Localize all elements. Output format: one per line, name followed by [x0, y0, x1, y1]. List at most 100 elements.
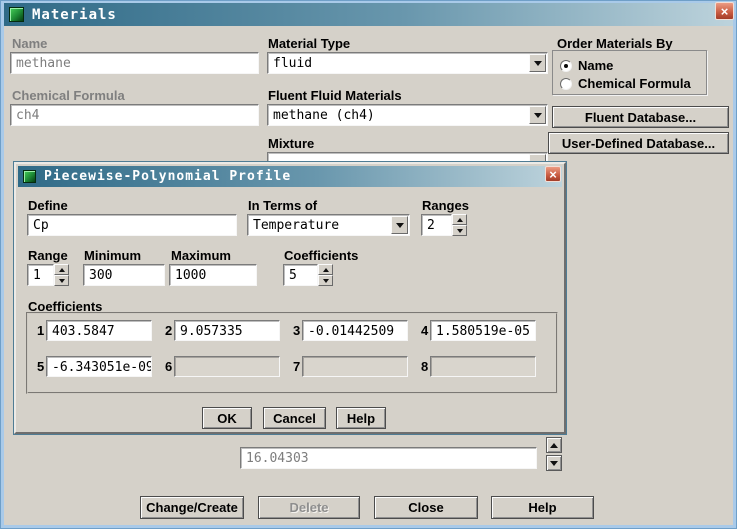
dialog-help-button[interactable]: Help [336, 407, 386, 429]
coefficient-2-value: 9.057335 [175, 321, 279, 339]
coefficients-stepper [318, 264, 333, 286]
change-create-button[interactable]: Change/Create [140, 496, 244, 519]
name-input[interactable]: methane [10, 52, 259, 74]
piecewise-polynomial-profile-dialog: Piecewise-Polynomial Profile Define Cp I… [14, 162, 566, 434]
mixture-label: Mixture [268, 136, 314, 151]
coefficient-7-input [302, 356, 408, 377]
mixture-value [268, 153, 547, 156]
range-decrement-icon[interactable] [54, 275, 69, 286]
fluent-app-icon [9, 7, 24, 22]
define-label: Define [28, 198, 68, 213]
coefficient-5-value: -6.343051e-09 [47, 357, 151, 375]
range-stepper [54, 264, 69, 286]
materials-titlebar[interactable]: Materials [4, 3, 733, 26]
coefficient-8-index: 8 [421, 359, 428, 374]
fluent-fluid-materials-value: methane (ch4) [268, 105, 547, 123]
material-type-label: Material Type [268, 36, 350, 51]
ranges-label: Ranges [422, 198, 469, 213]
radio-circle-icon[interactable] [560, 78, 572, 90]
coefficient-8-input [430, 356, 536, 377]
properties-scroll-down-icon[interactable] [546, 455, 562, 471]
chemical-formula-label: Chemical Formula [12, 88, 125, 103]
coefficient-4-index: 4 [421, 323, 428, 338]
help-button-label: Help [528, 500, 556, 515]
dialog-help-button-label: Help [347, 411, 375, 426]
chemical-formula-value: ch4 [11, 105, 258, 123]
order-by-chemical-formula-radio[interactable]: Chemical Formula [560, 76, 691, 91]
maximum-label: Maximum [171, 248, 231, 263]
coefficient-6-input [174, 356, 280, 377]
radio-circle-icon[interactable] [560, 60, 572, 72]
define-input[interactable]: Cp [27, 214, 237, 236]
coefficient-6-index: 6 [165, 359, 172, 374]
maximum-value: 1000 [170, 265, 256, 283]
fluent-fluid-materials-dropdown[interactable]: methane (ch4) [267, 104, 548, 126]
coefficients-decrement-icon[interactable] [318, 275, 333, 286]
fluent-app-icon [23, 170, 36, 183]
coefficient-3-value: -0.01442509 [303, 321, 407, 339]
range-increment-icon[interactable] [54, 264, 69, 275]
cancel-button-label: Cancel [273, 411, 316, 426]
coefficient-1-input[interactable]: 403.5847 [46, 320, 152, 341]
profile-dialog-title: Piecewise-Polynomial Profile [44, 169, 291, 184]
ranges-decrement-icon[interactable] [452, 225, 467, 236]
fluent-database-button[interactable]: Fluent Database... [552, 106, 729, 128]
coefficients-count-label: Coefficients [284, 248, 358, 263]
coefficient-6-value [175, 357, 279, 360]
material-type-value: fluid [268, 53, 547, 71]
minimum-label: Minimum [84, 248, 141, 263]
close-button-label: Close [408, 500, 443, 515]
range-value: 1 [28, 265, 53, 283]
fluent-fluid-materials-label: Fluent Fluid Materials [268, 88, 402, 103]
in-terms-of-chevron-down-icon[interactable] [391, 216, 408, 234]
ok-button[interactable]: OK [202, 407, 252, 429]
coefficient-2-input[interactable]: 9.057335 [174, 320, 280, 341]
material-type-dropdown[interactable]: fluid [267, 52, 548, 74]
coefficient-4-value: 1.580519e-05 [431, 321, 535, 339]
in-terms-of-value: Temperature [248, 215, 409, 233]
properties-scroll-up-icon[interactable] [546, 437, 562, 453]
minimum-input[interactable]: 300 [83, 264, 165, 286]
coefficient-8-value [431, 357, 535, 360]
close-icon[interactable] [545, 166, 561, 182]
coefficients-count-input[interactable]: 5 [283, 264, 318, 286]
ranges-input[interactable]: 2 [421, 214, 452, 236]
coefficient-3-index: 3 [293, 323, 300, 338]
define-value: Cp [28, 215, 236, 233]
ranges-increment-icon[interactable] [452, 214, 467, 225]
user-defined-database-button[interactable]: User-Defined Database... [548, 132, 729, 154]
ranges-value: 2 [422, 215, 451, 233]
profile-dialog-titlebar[interactable]: Piecewise-Polynomial Profile [18, 166, 562, 187]
chemical-formula-input[interactable]: ch4 [10, 104, 259, 126]
cancel-button[interactable]: Cancel [263, 407, 326, 429]
range-label: Range [28, 248, 68, 263]
ranges-stepper [452, 214, 467, 236]
coefficient-2-index: 2 [165, 323, 172, 338]
in-terms-of-dropdown[interactable]: Temperature [247, 214, 410, 236]
coefficient-5-index: 5 [37, 359, 44, 374]
material-type-chevron-down-icon[interactable] [529, 54, 546, 72]
delete-button-label: Delete [289, 500, 328, 515]
range-input[interactable]: 1 [27, 264, 54, 286]
coefficients-increment-icon[interactable] [318, 264, 333, 275]
coefficient-1-value: 403.5847 [47, 321, 151, 339]
help-button[interactable]: Help [491, 496, 594, 519]
coefficient-7-index: 7 [293, 359, 300, 374]
name-label: Name [12, 36, 47, 51]
fluent-database-button-label: Fluent Database... [585, 110, 696, 125]
coefficients-count-value: 5 [284, 265, 317, 283]
ok-button-label: OK [217, 411, 237, 426]
user-defined-database-button-label: User-Defined Database... [562, 136, 715, 151]
coefficient-3-input[interactable]: -0.01442509 [302, 320, 408, 341]
fluent-fluid-materials-chevron-down-icon[interactable] [529, 106, 546, 124]
maximum-input[interactable]: 1000 [169, 264, 257, 286]
close-button[interactable]: Close [374, 496, 478, 519]
molecular-weight-input[interactable]: 16.04303 [240, 447, 537, 469]
order-by-name-radio[interactable]: Name [560, 58, 613, 73]
change-create-button-label: Change/Create [146, 500, 238, 515]
coefficient-4-input[interactable]: 1.580519e-05 [430, 320, 536, 341]
close-icon[interactable] [715, 2, 734, 20]
coefficient-1-index: 1 [37, 323, 44, 338]
in-terms-of-label: In Terms of [248, 198, 317, 213]
coefficient-5-input[interactable]: -6.343051e-09 [46, 356, 152, 377]
